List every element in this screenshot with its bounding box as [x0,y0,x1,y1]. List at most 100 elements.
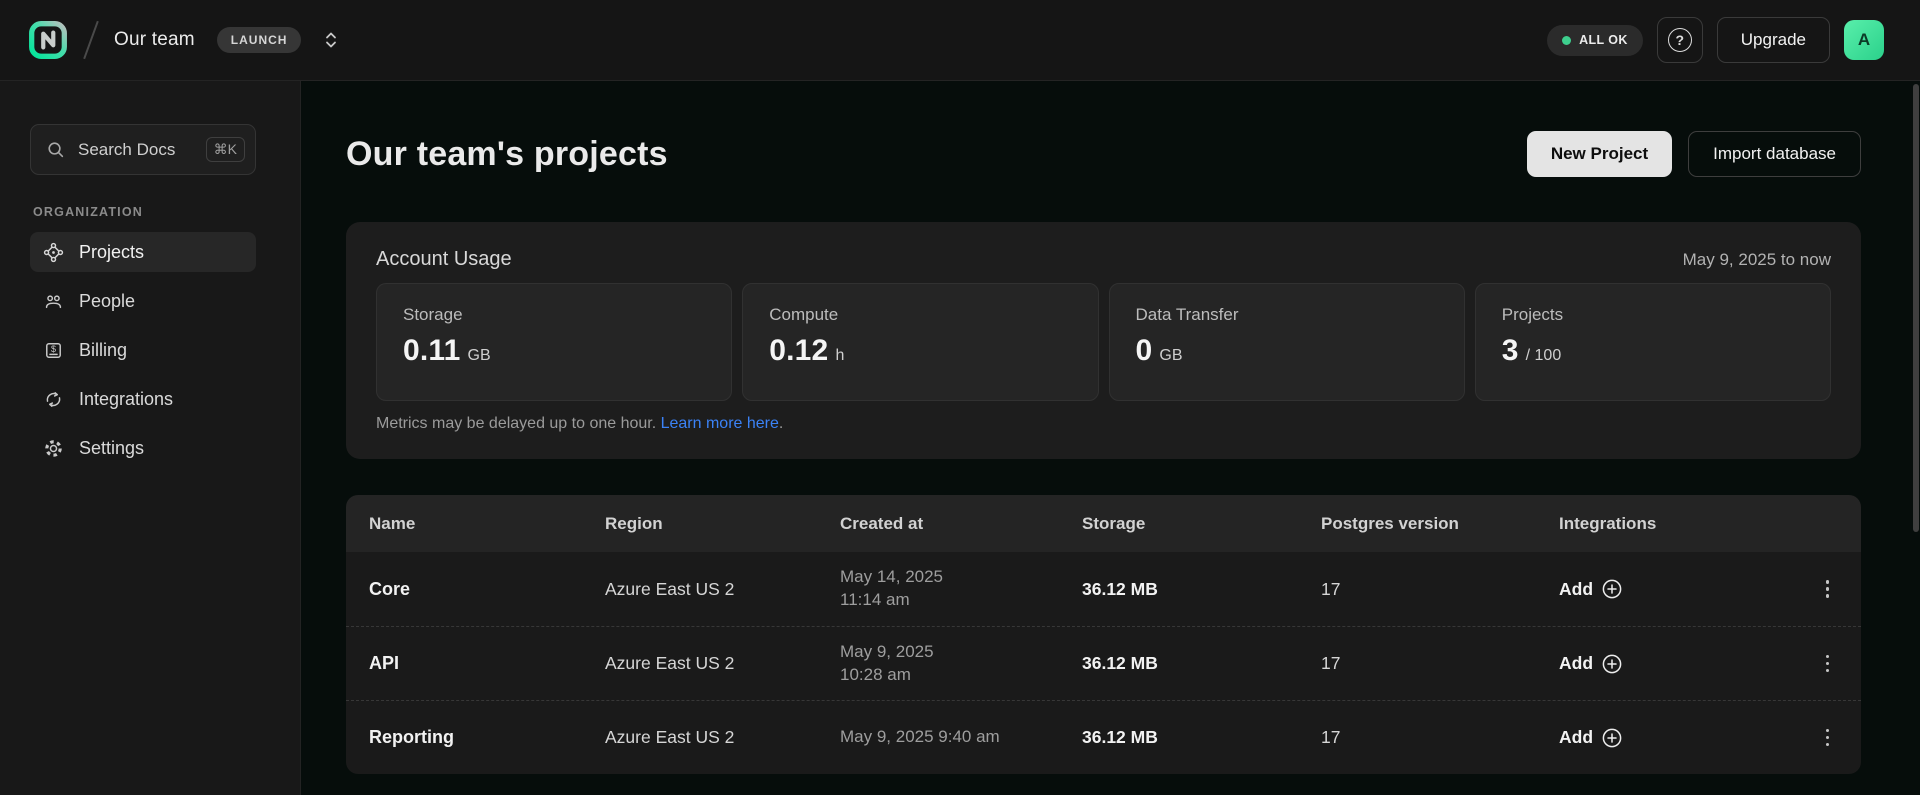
question-mark-icon: ? [1668,28,1692,52]
scrollbar-thumb[interactable] [1913,84,1919,532]
project-storage: 36.12 MB [1082,727,1321,748]
status-label: ALL OK [1579,33,1628,47]
learn-more-link[interactable]: Learn more here [661,415,779,432]
plan-badge: LAUNCH [217,27,302,53]
billing-icon: $ [43,340,64,361]
col-header-integrations: Integrations [1559,514,1861,534]
new-project-button[interactable]: New Project [1527,131,1672,177]
add-label: Add [1559,579,1593,600]
col-header-storage: Storage [1082,514,1321,534]
created-date: May 9, 2025 [840,642,934,661]
page-title: Our team's projects [346,135,668,174]
breadcrumb-divider [83,21,99,59]
svg-text:$: $ [51,344,56,354]
main-content: Our team's projects New Project Import d… [301,81,1920,795]
project-postgres-version: 17 [1321,727,1559,748]
project-created-at: May 9, 2025 10:28 am [840,641,1082,687]
stat-card-storage: Storage 0.11 GB [376,283,732,401]
table-row[interactable]: API Azure East US 2 May 9, 2025 10:28 am… [346,626,1861,700]
status-ok-dot-icon [1562,36,1571,45]
sidebar-item-label: Projects [79,242,144,263]
import-database-button[interactable]: Import database [1688,131,1861,177]
created-date: May 9, 2025 9:40 am [840,727,1000,746]
project-region: Azure East US 2 [605,653,840,674]
stat-card-compute: Compute 0.12 h [742,283,1098,401]
stat-card-projects: Projects 3 / 100 [1475,283,1831,401]
add-integration-button[interactable]: Add [1559,727,1623,749]
row-menu-kebab-icon[interactable] [1820,649,1836,679]
stat-unit: / 100 [1526,347,1562,365]
row-menu-kebab-icon[interactable] [1820,574,1836,604]
project-storage: 36.12 MB [1082,579,1321,600]
sidebar: Search Docs ⌘K ORGANIZATION Projects [0,81,301,795]
sidebar-item-label: Integrations [79,389,173,410]
table-row[interactable]: Core Azure East US 2 May 14, 2025 11:14 … [346,552,1861,626]
account-usage-card: Account Usage May 9, 2025 to now Storage… [346,222,1861,459]
row-menu-kebab-icon[interactable] [1820,723,1836,753]
table-header-row: Name Region Created at Storage Postgres … [346,495,1861,552]
sidebar-item-label: People [79,291,135,312]
integrations-icon [43,389,64,410]
project-region: Azure East US 2 [605,727,840,748]
settings-icon [43,438,64,459]
project-created-at: May 9, 2025 9:40 am [840,726,1082,749]
stat-value: 0.11 [403,334,461,368]
stat-value: 3 [1502,334,1519,368]
plus-circle-icon [1601,653,1623,675]
col-header-name: Name [369,514,605,534]
project-name[interactable]: Core [369,579,605,600]
add-label: Add [1559,727,1593,748]
project-name[interactable]: API [369,653,605,674]
projects-table: Name Region Created at Storage Postgres … [346,495,1861,774]
usage-footnote-period: . [779,415,783,432]
add-label: Add [1559,653,1593,674]
stat-value: 0 [1136,334,1153,368]
created-time: 11:14 am [840,590,910,609]
sidebar-section-label: ORGANIZATION [33,205,256,219]
stat-label: Projects [1502,305,1804,325]
upgrade-button[interactable]: Upgrade [1717,17,1830,63]
stat-label: Compute [769,305,1071,325]
help-button[interactable]: ? [1657,17,1703,63]
search-docs-input[interactable]: Search Docs ⌘K [30,124,256,175]
search-placeholder: Search Docs [78,140,193,160]
project-postgres-version: 17 [1321,653,1559,674]
stat-card-data-transfer: Data Transfer 0 GB [1109,283,1465,401]
projects-icon [43,242,64,263]
search-icon [46,140,65,159]
created-time: 10:28 am [840,665,911,684]
team-name[interactable]: Our team [114,29,195,51]
neon-logo-icon[interactable] [28,20,68,60]
topbar: Our team LAUNCH ALL OK ? Upgrade A [0,0,1920,81]
project-storage: 36.12 MB [1082,653,1321,674]
sidebar-item-settings[interactable]: Settings [30,428,256,468]
search-shortcut-badge: ⌘K [206,137,245,162]
usage-title: Account Usage [376,248,512,271]
stat-label: Storage [403,305,705,325]
add-integration-button[interactable]: Add [1559,653,1623,675]
plus-circle-icon [1601,727,1623,749]
usage-footnote: Metrics may be delayed up to one hour. [376,415,661,432]
stat-value: 0.12 [769,334,828,368]
project-region: Azure East US 2 [605,579,840,600]
add-integration-button[interactable]: Add [1559,578,1623,600]
col-header-postgres-version: Postgres version [1321,514,1559,534]
sidebar-item-label: Billing [79,340,127,361]
usage-period: May 9, 2025 to now [1683,250,1831,270]
sidebar-item-projects[interactable]: Projects [30,232,256,272]
status-pill[interactable]: ALL OK [1547,25,1643,56]
table-row[interactable]: Reporting Azure East US 2 May 9, 2025 9:… [346,700,1861,774]
project-name[interactable]: Reporting [369,727,605,748]
stat-unit: h [835,347,844,365]
col-header-region: Region [605,514,840,534]
avatar[interactable]: A [1844,20,1884,60]
col-header-created-at: Created at [840,514,1082,534]
stat-unit: GB [1159,347,1182,365]
sidebar-item-people[interactable]: People [30,281,256,321]
sidebar-item-integrations[interactable]: Integrations [30,379,256,419]
sidebar-item-label: Settings [79,438,144,459]
plus-circle-icon [1601,578,1623,600]
stat-label: Data Transfer [1136,305,1438,325]
team-switcher-chevrons-icon[interactable] [323,29,339,51]
sidebar-item-billing[interactable]: $ Billing [30,330,256,370]
